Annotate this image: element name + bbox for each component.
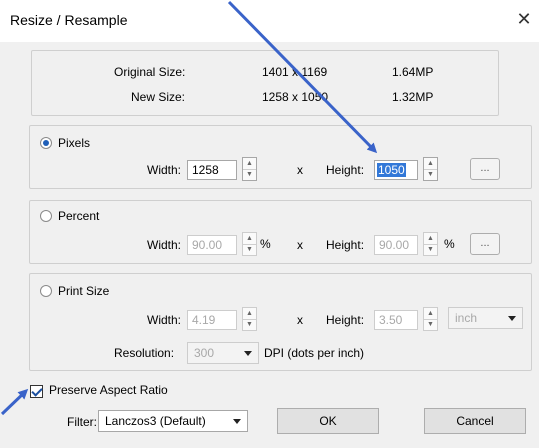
annotation-arrows [0,0,378,416]
arrow-to-height-field [227,0,378,154]
arrow-to-checkbox [0,388,29,416]
